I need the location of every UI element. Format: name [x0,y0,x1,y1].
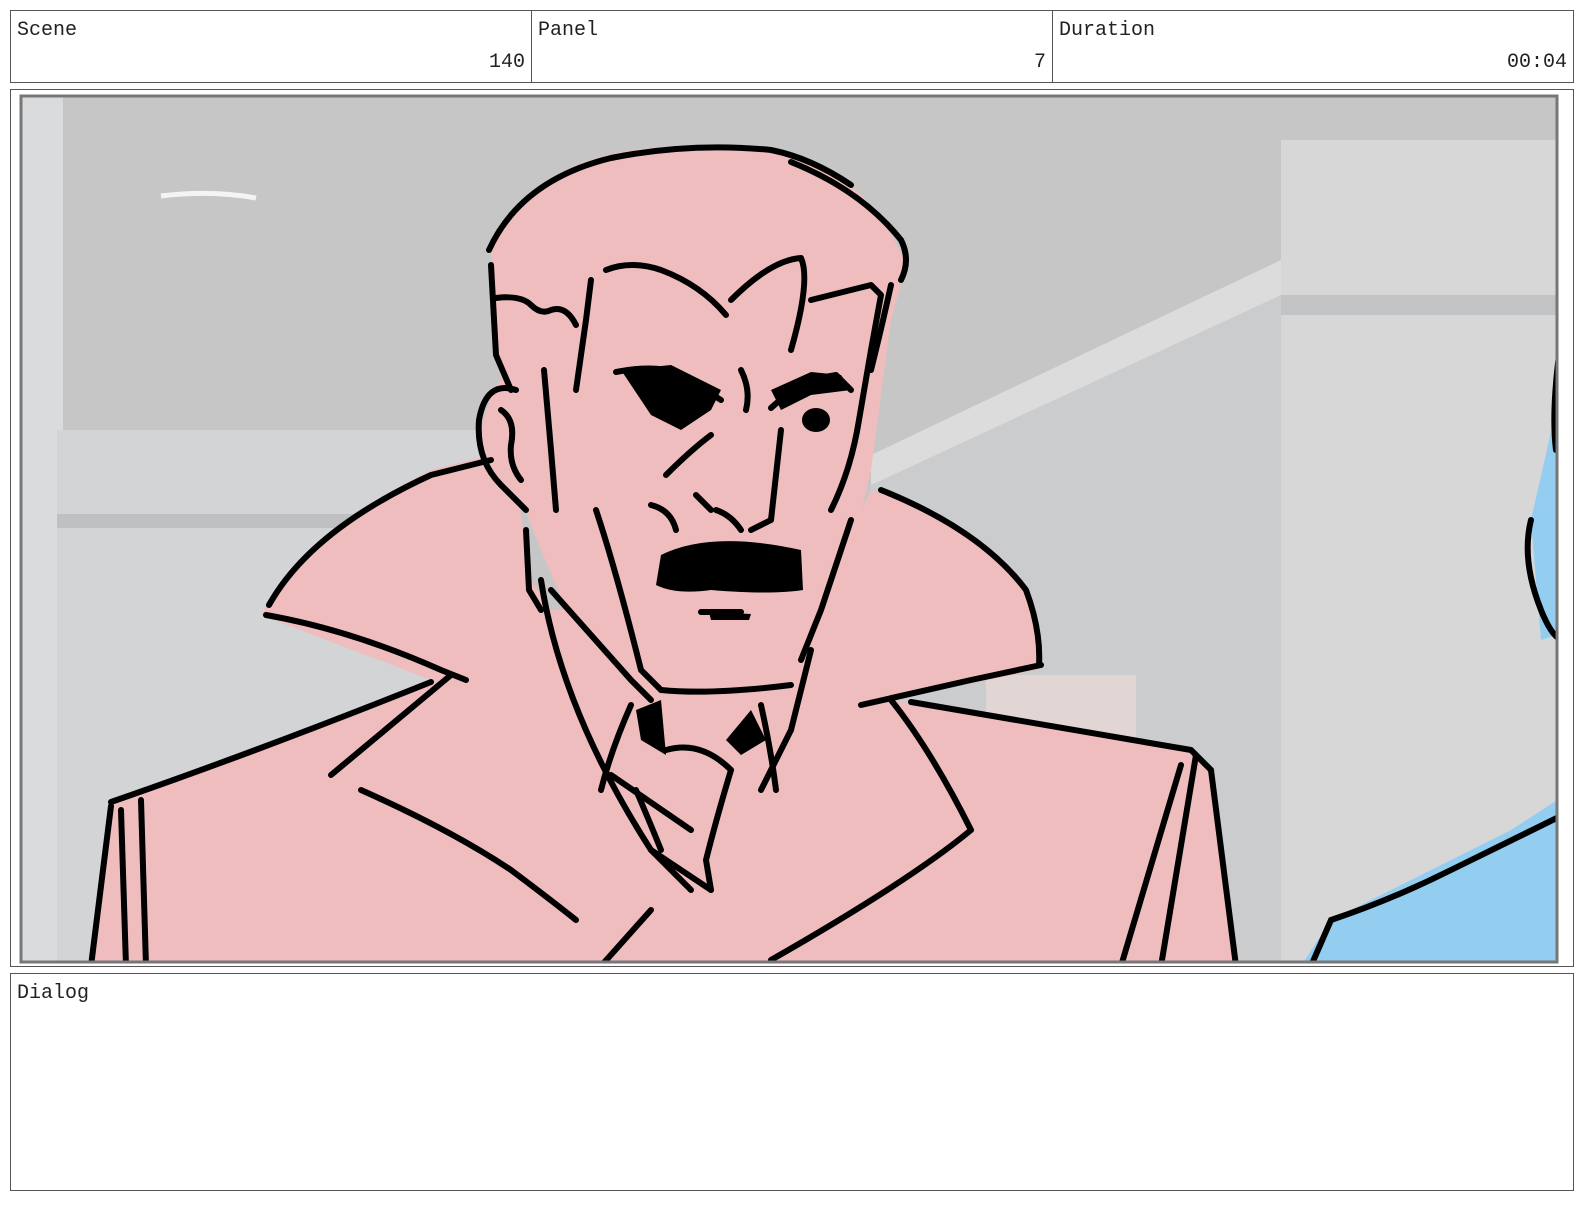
background-right-stripe [1281,295,1557,315]
scene-label: Scene [17,19,78,42]
scene-cell: Scene 140 [11,11,532,82]
panel-number: 7 [1033,51,1046,74]
dialog-box: Dialog [10,973,1574,1191]
storyboard-drawing [19,94,1559,964]
dialog-label: Dialog [17,982,90,1005]
panel-label: Panel [538,19,599,42]
panel-cell: Panel 7 [532,11,1053,82]
panel-header: Scene 140 Panel 7 Duration 00:04 [10,10,1574,83]
right-eye [802,408,830,432]
duration-value: 00:04 [1506,51,1567,74]
duration-label: Duration [1059,19,1156,42]
mustache [656,541,803,593]
background-left-pillar [21,96,63,962]
scene-number: 140 [488,51,525,74]
duration-cell: Duration 00:04 [1053,11,1573,82]
storyboard-frame [10,89,1574,967]
